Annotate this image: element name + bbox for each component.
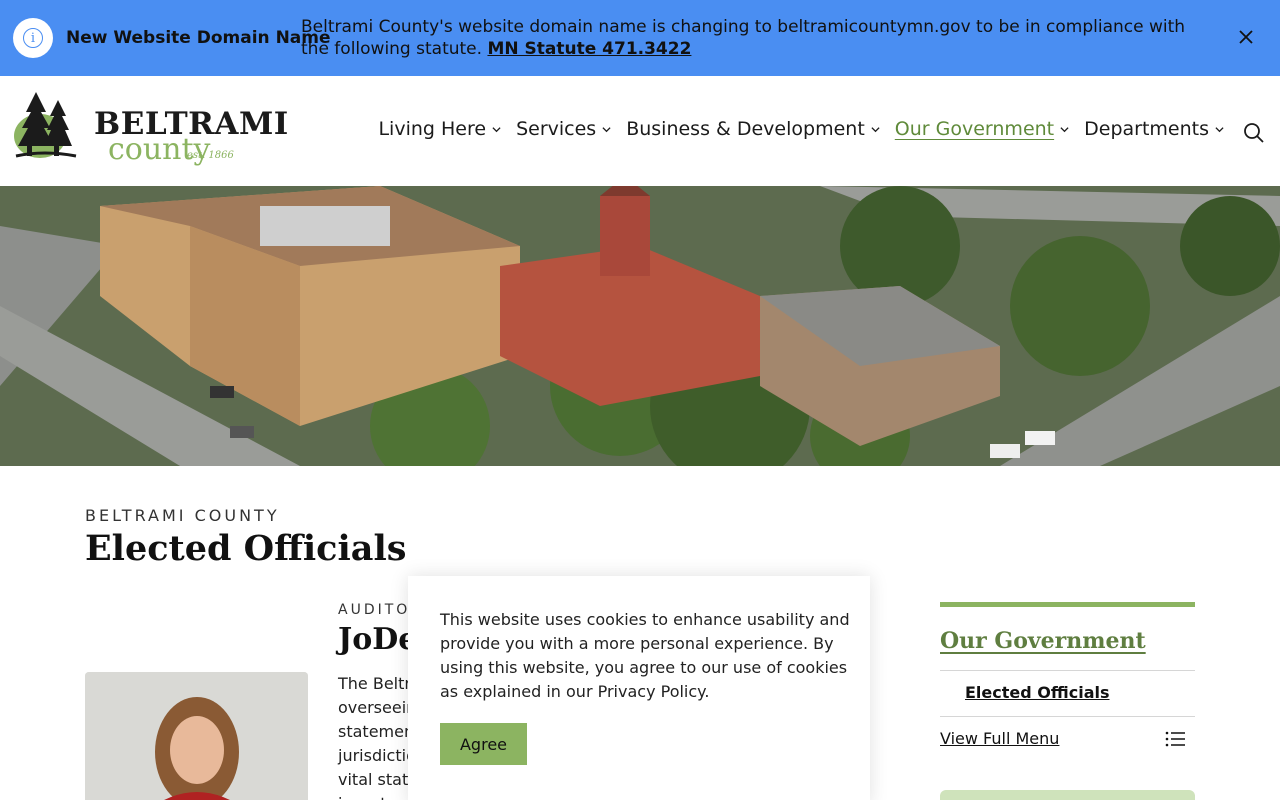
view-full-menu-link[interactable]: View Full Menu bbox=[940, 729, 1059, 748]
info-icon: i bbox=[13, 18, 53, 58]
county-logo[interactable]: BELTRAMI county est. 1866 bbox=[14, 90, 288, 170]
nav-item-departments[interactable]: Departments bbox=[1084, 118, 1224, 140]
chevron-down-icon bbox=[1060, 126, 1069, 132]
search-icon[interactable] bbox=[1243, 122, 1265, 144]
sidebar-title-link[interactable]: Our Government bbox=[940, 628, 1146, 654]
official-role: AUDITO bbox=[338, 602, 411, 618]
statute-link[interactable]: MN Statute 471.3422 bbox=[487, 39, 691, 59]
aerial-courthouse-image bbox=[0, 186, 1280, 466]
nav-label: Departments bbox=[1084, 118, 1209, 140]
divider bbox=[940, 670, 1195, 671]
nav-label: Services bbox=[516, 118, 597, 140]
main-nav: Living Here Services Business & Developm… bbox=[363, 118, 1224, 140]
sidebar-box bbox=[940, 790, 1195, 800]
alert-message: Beltrami County's website domain name is… bbox=[301, 16, 1201, 60]
chevron-down-icon bbox=[602, 126, 611, 132]
nav-label: Living Here bbox=[378, 118, 487, 140]
chevron-down-icon bbox=[492, 126, 501, 132]
divider bbox=[940, 716, 1195, 717]
nav-item-business-development[interactable]: Business & Development bbox=[626, 118, 880, 140]
close-icon[interactable] bbox=[1236, 28, 1256, 48]
nav-item-our-government[interactable]: Our Government bbox=[895, 118, 1069, 140]
page-eyebrow: BELTRAMI COUNTY bbox=[85, 506, 280, 525]
site-header: BELTRAMI county est. 1866 Living Here Se… bbox=[0, 76, 1280, 186]
alert-title: New Website Domain Name bbox=[66, 28, 331, 48]
portrait-image bbox=[85, 672, 308, 800]
list-icon[interactable] bbox=[1165, 731, 1185, 747]
alert-message-text: Beltrami County's website domain name is… bbox=[301, 17, 1186, 59]
nav-item-living-here[interactable]: Living Here bbox=[378, 118, 501, 140]
agree-button[interactable]: Agree bbox=[440, 723, 527, 765]
chevron-down-icon bbox=[871, 126, 880, 132]
nav-item-services[interactable]: Services bbox=[516, 118, 611, 140]
alert-banner: i New Website Domain Name Beltrami Count… bbox=[0, 0, 1280, 76]
chevron-down-icon bbox=[1215, 126, 1224, 132]
sidebar-accent-bar bbox=[940, 602, 1195, 607]
official-name: JoDe bbox=[338, 622, 418, 657]
sidebar-item-elected-officials[interactable]: Elected Officials bbox=[965, 683, 1110, 702]
cookie-consent-dialog: This website uses cookies to enhance usa… bbox=[408, 576, 870, 800]
nav-label: Our Government bbox=[894, 118, 1055, 140]
nav-label: Business & Development bbox=[626, 118, 865, 140]
official-photo bbox=[85, 672, 308, 800]
cookie-message: This website uses cookies to enhance usa… bbox=[440, 610, 850, 701]
logo-est: est. 1866 bbox=[187, 150, 234, 161]
hero-image bbox=[0, 186, 1280, 466]
page-title: Elected Officials bbox=[85, 528, 407, 569]
trees-icon bbox=[14, 92, 77, 158]
